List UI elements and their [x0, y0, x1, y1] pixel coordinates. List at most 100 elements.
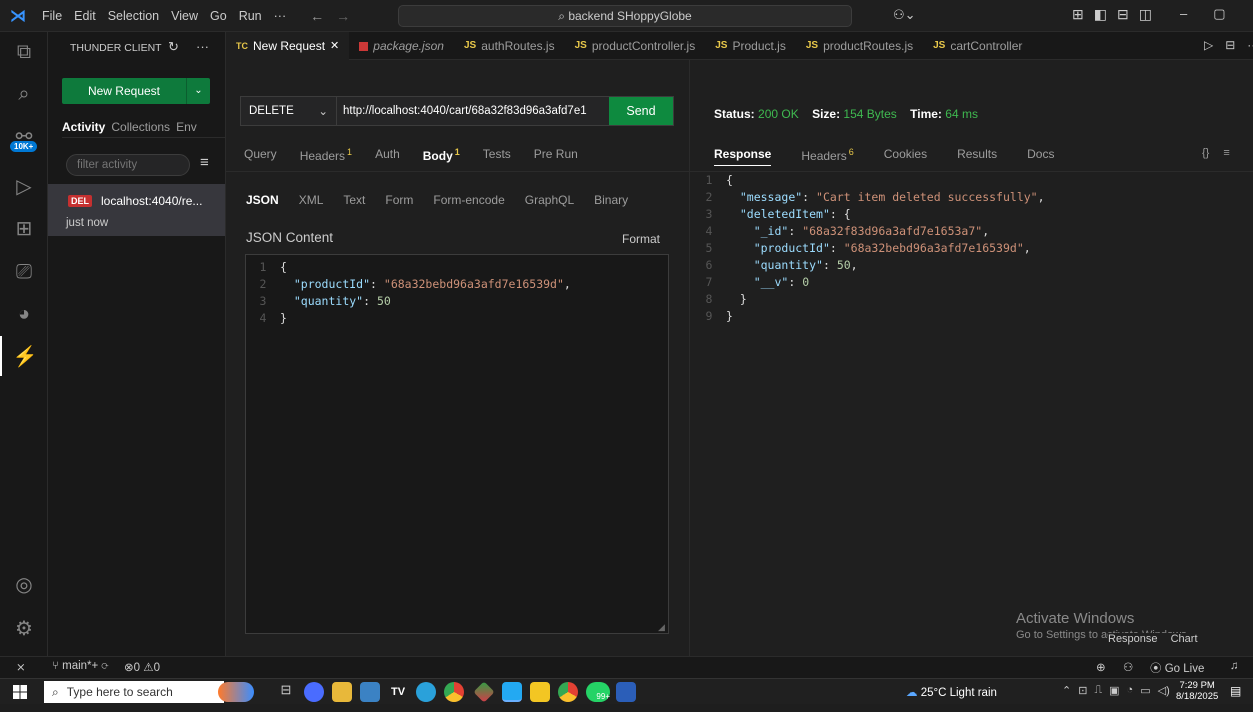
battery-icon[interactable]: ▭: [1140, 684, 1150, 697]
copilot-status-icon[interactable]: ⚇: [1123, 660, 1133, 674]
json-braces-icon[interactable]: {}: [1202, 147, 1209, 159]
request-tab-headers[interactable]: Headers 1: [300, 147, 352, 163]
taskbar-app-tradingview-icon[interactable]: TV: [388, 682, 408, 702]
minimize-icon[interactable]: –: [1180, 6, 1187, 22]
editor-tab-3[interactable]: JS productController.js: [565, 32, 706, 60]
taskbar-app-telegram-icon[interactable]: [416, 682, 436, 702]
branch-indicator[interactable]: ⑂ main*+ ⟳: [52, 660, 108, 672]
menu-selection[interactable]: Selection: [102, 0, 165, 32]
menu-view[interactable]: View: [165, 0, 204, 32]
toggle-panel-icon[interactable]: ⊟: [1117, 6, 1129, 23]
request-tab-pre-run[interactable]: Pre Run: [534, 147, 578, 163]
task-view-icon[interactable]: ⊟: [276, 682, 296, 702]
notification-center-icon[interactable]: ▤: [1230, 684, 1241, 698]
request-tab-tests[interactable]: Tests: [483, 147, 511, 163]
request-tab-body[interactable]: Body 1: [423, 147, 460, 163]
body-tab-json[interactable]: JSON: [246, 193, 279, 207]
run-debug-icon[interactable]: ▷: [0, 166, 48, 206]
new-request-dropdown-icon[interactable]: ⌄: [186, 78, 210, 104]
method-select[interactable]: DELETE ⌄: [241, 97, 337, 125]
remote-explorer-icon[interactable]: ⎚: [0, 252, 48, 292]
menu-more[interactable]: ···: [268, 0, 293, 32]
response-tab-results[interactable]: Results: [957, 147, 997, 166]
body-tab-form-encode[interactable]: Form-encode: [433, 193, 504, 207]
command-center-search[interactable]: ⌕ backend SHoppyGlobe: [398, 5, 852, 27]
response-tab-cookies[interactable]: Cookies: [884, 147, 927, 166]
refresh-icon[interactable]: ↻: [168, 39, 179, 55]
body-tab-xml[interactable]: XML: [299, 193, 324, 207]
send-button[interactable]: Send: [609, 97, 673, 125]
tray-app-icon[interactable]: ⊡: [1078, 684, 1087, 697]
more-icon[interactable]: ···: [1247, 38, 1253, 52]
taskbar-app-word-icon[interactable]: [616, 682, 636, 702]
weather-widget[interactable]: ☁ 25°C Light rain: [906, 685, 997, 699]
editor-tab-5[interactable]: JS productRoutes.js: [796, 32, 923, 60]
toggle-sidebar-icon[interactable]: ◧: [1094, 6, 1107, 23]
body-tab-form[interactable]: Form: [385, 193, 413, 207]
resize-handle-icon[interactable]: ◢: [658, 622, 665, 633]
filter-menu-icon[interactable]: ≡: [200, 154, 209, 171]
clock[interactable]: 7:29 PM 8/18/2025: [1176, 680, 1218, 702]
response-tab-headers[interactable]: Headers 6: [801, 147, 853, 166]
menu-icon[interactable]: ≡: [1223, 147, 1229, 159]
response-tab-docs[interactable]: Docs: [1027, 147, 1054, 166]
taskbar-app-sticky-notes-icon[interactable]: [530, 682, 550, 702]
account-icon[interactable]: ◎: [0, 564, 48, 604]
run-icon[interactable]: ▷: [1204, 38, 1213, 52]
split-editor-icon[interactable]: ⊟: [1225, 38, 1235, 52]
request-tab-auth[interactable]: Auth: [375, 147, 400, 163]
explorer-icon[interactable]: ⧉: [0, 32, 48, 72]
windows-start-icon[interactable]: [13, 685, 27, 699]
tab-activity[interactable]: Activity: [62, 120, 105, 134]
toggle-secondary-sidebar-icon[interactable]: ◫: [1139, 6, 1152, 23]
menu-file[interactable]: File: [36, 0, 68, 32]
json-body-editor[interactable]: 1{2 "productId": "68a32bebd96a3afd7e1653…: [245, 254, 669, 634]
go-live-button[interactable]: ⦿ Go Live: [1150, 660, 1204, 676]
taskbar-app-widgets-icon[interactable]: [218, 682, 254, 702]
editor-tab-0[interactable]: TC New Request ✕: [226, 32, 350, 60]
taskbar-app-chrome-icon[interactable]: [444, 682, 464, 702]
menu-edit[interactable]: Edit: [68, 0, 102, 32]
body-tab-text[interactable]: Text: [343, 193, 365, 207]
customize-layout-icon[interactable]: ⊞: [1072, 6, 1084, 23]
zoom-icon[interactable]: ⊕: [1096, 660, 1106, 674]
request-tab-query[interactable]: Query: [244, 147, 277, 163]
taskbar-search-box[interactable]: ⌕ Type here to search: [44, 681, 224, 703]
tab-collections[interactable]: Collections: [111, 120, 170, 134]
microphone-icon[interactable]: ⎍: [1094, 684, 1102, 697]
body-tab-graphql[interactable]: GraphQL: [525, 193, 574, 207]
taskbar-app-whatsapp-icon[interactable]: 99+: [586, 682, 610, 702]
new-request-button[interactable]: New Request ⌄: [62, 78, 210, 104]
filter-activity-input[interactable]: [66, 154, 190, 176]
tab-env[interactable]: Env: [176, 120, 197, 134]
back-arrow-icon[interactable]: ←: [310, 8, 324, 24]
settings-gear-icon[interactable]: ⚙: [0, 608, 48, 648]
url-input[interactable]: http://localhost:4040/cart/68a32f83d96a3…: [337, 97, 609, 125]
more-actions-icon[interactable]: ···: [196, 39, 209, 54]
response-tab-response[interactable]: Response: [714, 147, 772, 166]
copilot-icon[interactable]: ⚇⌄: [893, 7, 916, 23]
extensions-icon[interactable]: ⊞: [0, 208, 48, 248]
close-tab-icon[interactable]: ✕: [330, 32, 339, 60]
editor-tab-1[interactable]: package.json: [349, 32, 454, 60]
editor-tab-6[interactable]: JS cartController: [923, 32, 1032, 60]
forward-arrow-icon[interactable]: →: [336, 8, 350, 24]
taskbar-app-calendar-icon[interactable]: [360, 682, 380, 702]
remote-icon[interactable]: ⨯: [16, 660, 26, 674]
body-tab-binary[interactable]: Binary: [594, 193, 628, 207]
taskbar-app-vscode-icon[interactable]: [502, 682, 522, 702]
taskbar-app-copilot-icon[interactable]: [304, 682, 324, 702]
taskbar-app-chrome2-icon[interactable]: [558, 682, 578, 702]
chevron-up-icon[interactable]: ⌃: [1062, 684, 1071, 697]
activity-item[interactable]: DEL localhost:4040/re... just now: [48, 184, 225, 236]
editor-tab-2[interactable]: JS authRoutes.js: [454, 32, 565, 60]
maximize-icon[interactable]: ▢: [1213, 6, 1225, 22]
taskbar-app-diamond-icon[interactable]: [473, 681, 495, 703]
thunder-client-icon[interactable]: ⚡: [0, 336, 48, 376]
editor-tab-4[interactable]: JS Product.js: [705, 32, 796, 60]
wifi-icon[interactable]: ◔: [1127, 684, 1134, 697]
tray-app2-icon[interactable]: ▣: [1109, 684, 1119, 697]
format-button[interactable]: Format: [622, 232, 660, 246]
volume-icon[interactable]: ◁): [1158, 684, 1170, 697]
taskbar-app-explorer-icon[interactable]: [332, 682, 352, 702]
